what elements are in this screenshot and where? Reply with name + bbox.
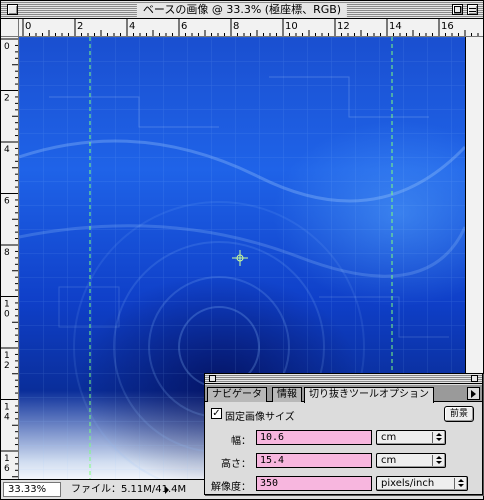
ruler-label: 2 bbox=[4, 94, 10, 104]
tab-info[interactable]: 情報 bbox=[272, 387, 302, 402]
ruler-label: 1 bbox=[4, 403, 10, 413]
vertical-ruler[interactable]: 0246810121416 bbox=[1, 37, 19, 479]
document-window: ベースの画像 @ 33.3% (極座標、RGB) 0 2 4 6 8 10 12 14 16 0… bbox=[0, 0, 484, 500]
height-unit-value: cm bbox=[381, 455, 397, 466]
ruler-label: 6 bbox=[4, 197, 10, 207]
tab-navigator[interactable]: ナビゲータ bbox=[207, 387, 267, 402]
ruler-label: 1 bbox=[4, 454, 10, 464]
width-input[interactable]: 10.6 bbox=[256, 430, 372, 445]
height-unit-select[interactable]: cm bbox=[376, 453, 446, 468]
ruler-label: 8 bbox=[4, 248, 10, 258]
ruler-origin[interactable] bbox=[1, 19, 19, 37]
select-arrows-icon bbox=[432, 432, 443, 443]
width-row: 幅： 10.6 cm bbox=[205, 428, 482, 448]
resolution-unit-value: pixels/inch bbox=[381, 478, 435, 489]
width-unit-select[interactable]: cm bbox=[376, 430, 446, 445]
ruler-label: 10 bbox=[285, 21, 298, 32]
ruler-label: 1 bbox=[4, 300, 10, 310]
zoom-level-field[interactable]: 33.33% bbox=[3, 482, 61, 497]
resolution-row: 解像度： 350 pixels/inch bbox=[205, 474, 482, 494]
close-box-icon[interactable] bbox=[7, 4, 18, 15]
palette-title-bar[interactable] bbox=[205, 374, 482, 384]
collapse-box-icon[interactable] bbox=[467, 4, 478, 15]
crop-options-palette: ナビゲータ 情報 切り抜きツールオプション ✓ 固定画像サイズ 前景 幅： 10… bbox=[204, 373, 483, 495]
ruler-label: 1 bbox=[4, 351, 10, 361]
ruler-label: 16 bbox=[441, 21, 454, 32]
resolution-input[interactable]: 350 bbox=[256, 476, 372, 491]
select-arrows-icon bbox=[432, 455, 443, 466]
window-title: ベースの画像 @ 33.3% (極座標、RGB) bbox=[136, 3, 348, 17]
zoom-box-icon[interactable] bbox=[452, 4, 463, 15]
ruler-label: 2 bbox=[4, 361, 10, 371]
width-unit-value: cm bbox=[381, 432, 397, 443]
resolution-label: 解像度： bbox=[211, 482, 251, 493]
status-menu-arrow-icon[interactable] bbox=[165, 486, 169, 494]
ruler-label: 4 bbox=[4, 413, 10, 423]
ruler-label: 4 bbox=[129, 21, 135, 32]
palette-close-icon[interactable] bbox=[209, 375, 216, 382]
tab-crop-tool-options[interactable]: 切り抜きツールオプション bbox=[304, 387, 434, 403]
ruler-label: 12 bbox=[337, 21, 350, 32]
height-input[interactable]: 15.4 bbox=[256, 453, 372, 468]
palette-tabs: ナビゲータ 情報 切り抜きツールオプション bbox=[205, 385, 482, 403]
width-label: 幅： bbox=[231, 436, 251, 447]
resolution-unit-select[interactable]: pixels/inch bbox=[376, 476, 468, 491]
ruler-label: 2 bbox=[77, 21, 83, 32]
height-label: 高さ： bbox=[221, 459, 251, 470]
title-bar[interactable]: ベースの画像 @ 33.3% (極座標、RGB) bbox=[1, 1, 483, 19]
ruler-label: 6 bbox=[181, 21, 187, 32]
ruler-label: 0 bbox=[4, 42, 10, 52]
ruler-label: 6 bbox=[4, 464, 10, 474]
select-arrows-icon bbox=[454, 478, 465, 489]
fixed-size-checkbox[interactable]: ✓ bbox=[211, 408, 222, 419]
ruler-label: 0 bbox=[25, 21, 31, 32]
palette-zoom-icon[interactable] bbox=[471, 375, 478, 382]
ruler-label: 14 bbox=[389, 21, 402, 32]
front-image-button[interactable]: 前景 bbox=[444, 406, 474, 422]
ruler-label: 0 bbox=[4, 310, 10, 320]
fixed-size-row: ✓ 固定画像サイズ 前景 bbox=[205, 404, 482, 424]
fixed-size-label: 固定画像サイズ bbox=[225, 412, 295, 423]
palette-menu-arrow-icon[interactable] bbox=[467, 387, 480, 400]
height-row: 高さ： 15.4 cm bbox=[205, 451, 482, 471]
ruler-label: 4 bbox=[4, 145, 10, 155]
horizontal-ruler[interactable]: 0 2 4 6 8 10 12 14 16 bbox=[19, 19, 483, 37]
ruler-label: 8 bbox=[233, 21, 239, 32]
